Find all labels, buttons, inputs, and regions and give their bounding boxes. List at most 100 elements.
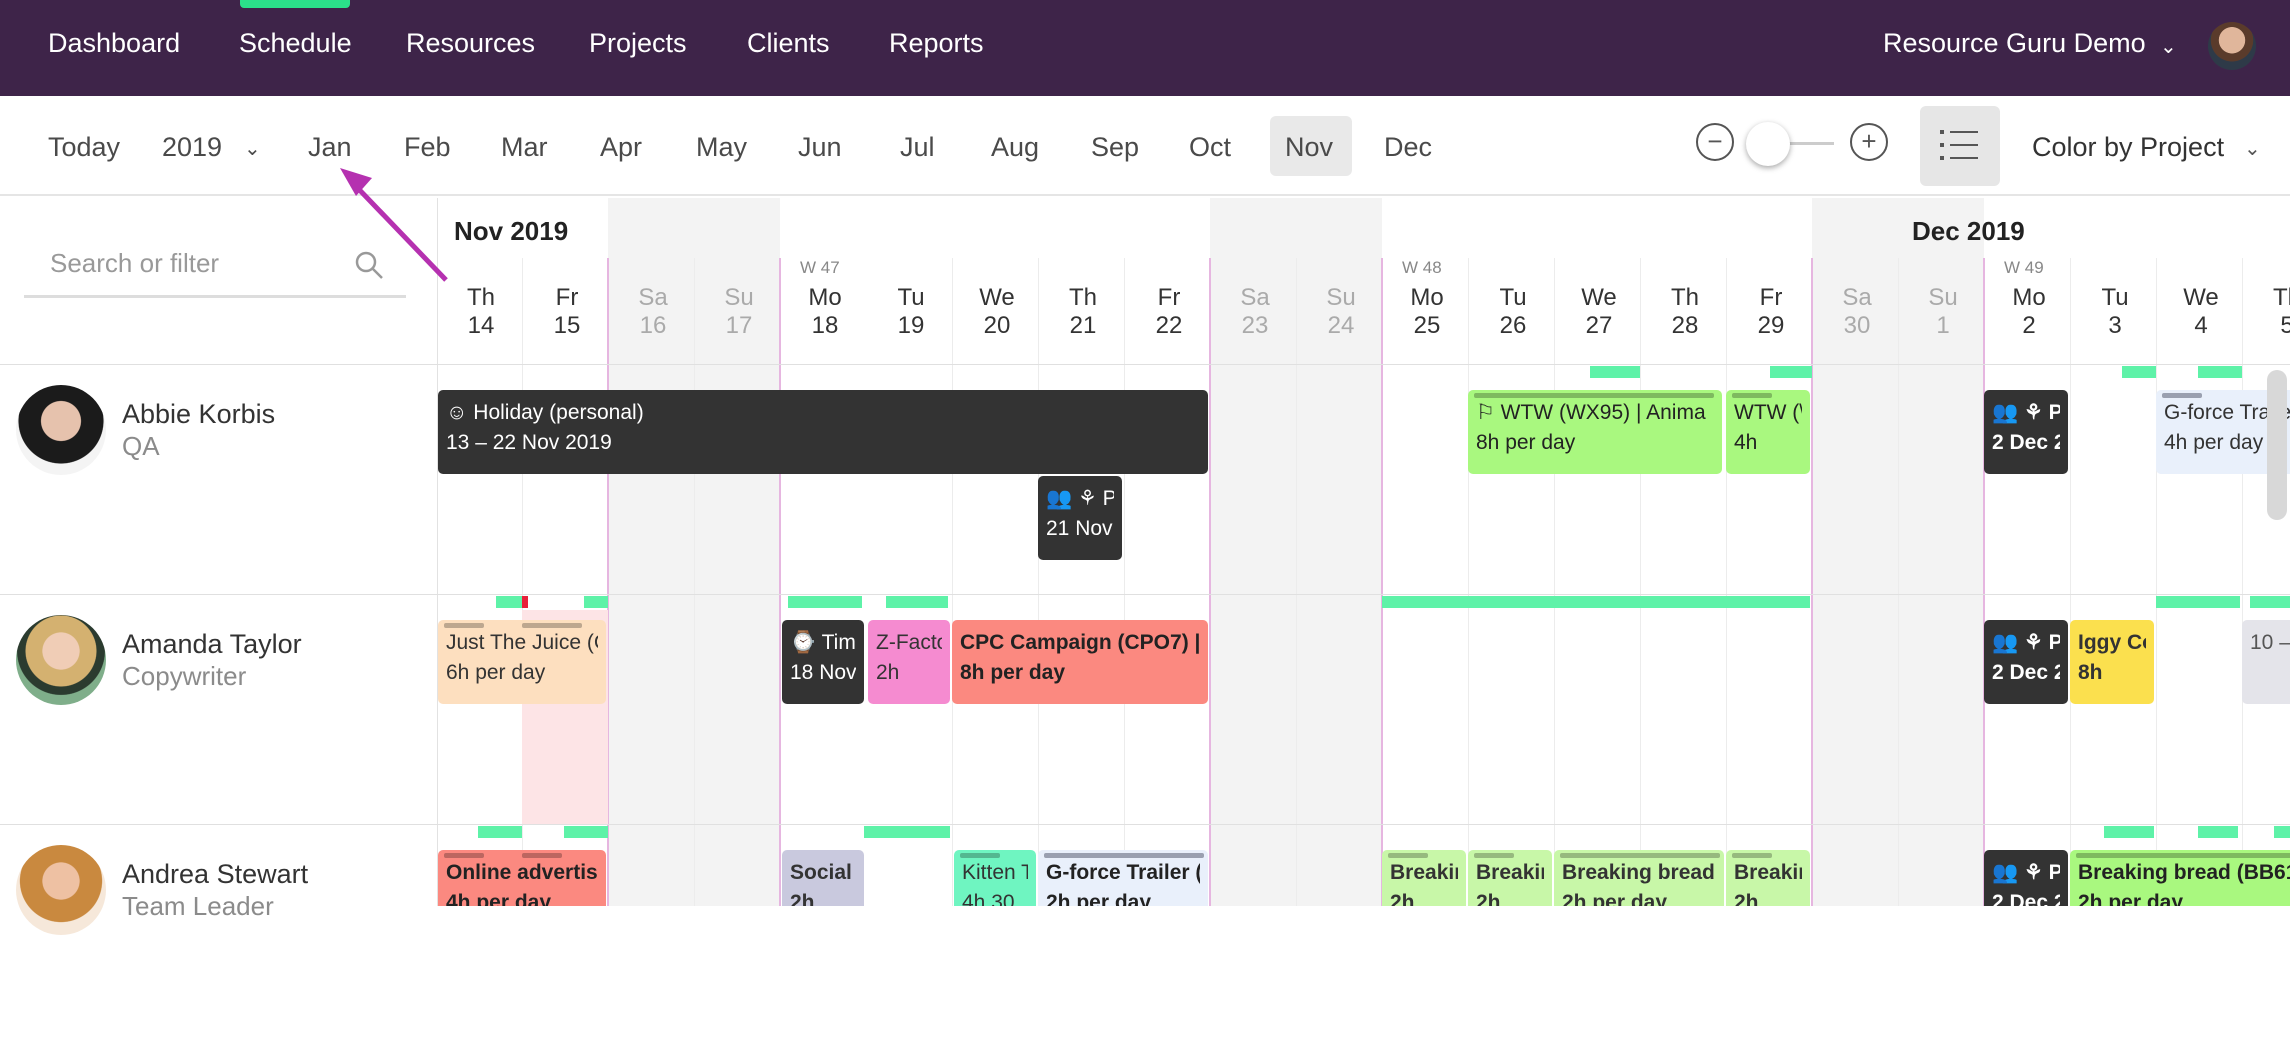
month-jun[interactable]: Jun: [798, 132, 842, 163]
booking-block[interactable]: CPC Campaign (CPO7) | F 8h per day: [952, 620, 1208, 704]
month-jul[interactable]: Jul: [900, 132, 935, 163]
year-select[interactable]: 2019: [162, 132, 222, 163]
vertical-scrollbar[interactable]: [2267, 370, 2287, 520]
availability-bar: [1590, 366, 1640, 378]
day-header: Su 24: [1298, 284, 1384, 340]
booking-detail: 2 Dec 2: [1992, 891, 2060, 906]
booking-title: 👥 ⚘ Pu: [1046, 487, 1114, 510]
month-feb[interactable]: Feb: [404, 132, 451, 163]
today-button[interactable]: Today: [48, 132, 120, 163]
schedule-grid[interactable]: Nov 2019 Dec 2019 W 47 W 48 W 49 Th 14 Fr 1…: [438, 198, 2290, 906]
resource-role: Copywriter: [122, 661, 247, 691]
booking-title: 👥 ⚘ Pu: [1992, 401, 2060, 424]
booking-block[interactable]: Breaking bread ( 2h per day: [1554, 850, 1724, 906]
account-menu[interactable]: Resource Guru Demo: [1883, 28, 2146, 59]
chevron-down-icon[interactable]: ⌄: [244, 136, 261, 161]
booking-block[interactable]: Just The Juice (C 6h per day: [438, 620, 606, 704]
resource-name[interactable]: Abbie Korbis: [122, 399, 275, 430]
search-input[interactable]: [50, 248, 350, 279]
active-nav-indicator: [240, 0, 350, 8]
avatar: [16, 845, 106, 935]
color-by-select[interactable]: Color by Project: [2032, 132, 2224, 163]
top-nav: Dashboard Schedule Resources Projects Cl…: [0, 0, 2290, 96]
nav-schedule[interactable]: Schedule: [239, 28, 352, 59]
booking-detail: 2h per day: [1562, 891, 1668, 906]
month-jan[interactable]: Jan: [308, 132, 352, 163]
booking-block[interactable]: Kitten T 4h 30: [954, 850, 1036, 906]
nav-projects[interactable]: Projects: [589, 28, 687, 59]
month-may[interactable]: May: [696, 132, 747, 163]
list-view-button[interactable]: [1920, 106, 2000, 186]
booking-stripe: [1474, 393, 1714, 398]
nav-clients[interactable]: Clients: [747, 28, 830, 59]
booking-block[interactable]: ⚐ WTW (WX95) | Anima 8h per day: [1468, 390, 1722, 474]
zoom-slider-thumb[interactable]: [1746, 122, 1790, 166]
resource-name[interactable]: Amanda Taylor: [122, 629, 302, 660]
month-nov[interactable]: Nov: [1285, 132, 1333, 163]
day-name: Th: [1068, 284, 1097, 311]
day-name: Mo: [2012, 284, 2046, 311]
nav-dashboard[interactable]: Dashboard: [48, 28, 180, 59]
chevron-down-icon[interactable]: ⌄: [2244, 136, 2261, 161]
booking-block[interactable]: Iggy Co 8h: [2070, 620, 2154, 704]
booking-block[interactable]: Z-Facto 2h: [868, 620, 950, 704]
booking-block[interactable]: 👥 ⚘ Pu 21 Nov: [1038, 476, 1122, 560]
search-box[interactable]: [24, 234, 406, 298]
booking-detail: 13 – 22 Nov 2019: [446, 431, 612, 454]
zoom-out-icon[interactable]: −: [1696, 123, 1734, 161]
booking-block[interactable]: Breaking bread (BB61 2h per day: [2070, 850, 2290, 906]
booking-time-off[interactable]: ⌚ Time 18 Nov: [782, 620, 864, 704]
day-header: Th 14: [438, 284, 524, 340]
day-header: We 20: [954, 284, 1040, 340]
grid-line: [1038, 258, 1039, 906]
booking-detail: 4h per day: [446, 891, 552, 906]
booking-block[interactable]: Breakin 2h: [1382, 850, 1466, 906]
day-name: Mo: [1410, 284, 1444, 311]
booking-stripe: [2076, 853, 2290, 858]
resource-name[interactable]: Andrea Stewart: [122, 859, 308, 890]
booking-block[interactable]: Online advertisi 4h per day: [438, 850, 606, 906]
zoom-in-icon[interactable]: +: [1850, 123, 1888, 161]
month-aug[interactable]: Aug: [991, 132, 1039, 163]
resource-row[interactable]: Abbie Korbis QA: [0, 364, 438, 594]
day-name: Sa: [638, 284, 668, 311]
resource-row[interactable]: Andrea Stewart Team Leader: [0, 824, 438, 1054]
booking-detail: 18 Nov: [790, 661, 856, 684]
booking-block[interactable]: 👥 ⚘ Pu 2 Dec 2: [1984, 390, 2068, 474]
booking-stripe: [1732, 393, 1772, 398]
booking-block[interactable]: G-force Trailer (C 2h per day: [1038, 850, 1208, 906]
month-dec[interactable]: Dec: [1384, 132, 1432, 163]
chevron-down-icon[interactable]: ⌄: [2160, 34, 2177, 59]
booking-block[interactable]: 👥 ⚘ Pu 2 Dec 2: [1984, 850, 2068, 906]
booking-block[interactable]: Breakin 2h: [1726, 850, 1810, 906]
booking-title: Breakin: [1390, 861, 1458, 884]
resource-row[interactable]: Amanda Taylor Copywriter: [0, 594, 438, 824]
week-divider: [779, 258, 781, 906]
booking-block[interactable]: Social M 2h: [782, 850, 864, 906]
day-name: Th: [2272, 284, 2290, 311]
day-number: 14: [467, 312, 495, 339]
day-number: 19: [897, 312, 925, 339]
month-oct[interactable]: Oct: [1189, 132, 1231, 163]
grid-line: [952, 258, 953, 906]
grid-line: [694, 258, 695, 906]
booking-holiday[interactable]: ☺ Holiday (personal) 13 – 22 Nov 2019: [438, 390, 1208, 474]
booking-title: Just The Juice (C: [446, 631, 598, 654]
booking-block[interactable]: WTW (\ 4h: [1726, 390, 1810, 474]
nav-reports[interactable]: Reports: [889, 28, 984, 59]
day-number: 17: [725, 312, 753, 339]
booking-block[interactable]: 10 –: [2242, 620, 2290, 704]
nav-resources[interactable]: Resources: [406, 28, 535, 59]
booking-block[interactable]: 👥 ⚘ Pu 2 Dec 2: [1984, 620, 2068, 704]
day-number: 2: [2022, 312, 2036, 339]
booking-stripe: [1732, 853, 1772, 858]
grid-line: [1640, 258, 1641, 906]
month-apr[interactable]: Apr: [600, 132, 642, 163]
user-avatar[interactable]: [2208, 22, 2256, 70]
month-sep[interactable]: Sep: [1091, 132, 1139, 163]
booking-block[interactable]: Breakin 2h: [1468, 850, 1552, 906]
month-mar[interactable]: Mar: [501, 132, 548, 163]
day-name: Su: [1326, 284, 1356, 311]
search-icon[interactable]: [354, 250, 384, 280]
booking-title: G-force Trailer (C: [1046, 861, 1200, 884]
